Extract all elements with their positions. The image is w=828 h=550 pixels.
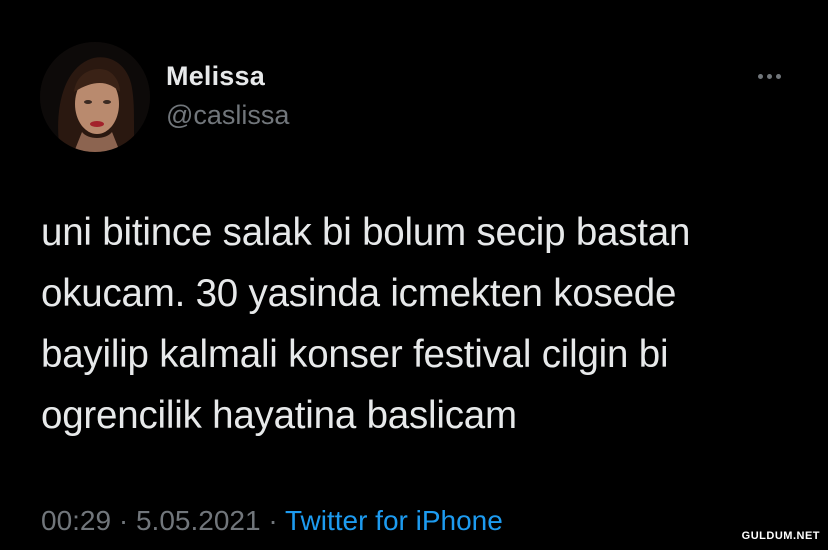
author-name[interactable]: Melissa xyxy=(166,61,265,92)
tweet-meta: 00:29 · 5.05.2021 · Twitter for iPhone xyxy=(41,505,503,537)
more-horizontal-icon xyxy=(766,73,772,79)
author-handle[interactable]: @caslissa xyxy=(166,100,289,131)
more-horizontal-icon xyxy=(757,73,763,79)
more-horizontal-icon xyxy=(775,73,781,79)
avatar[interactable] xyxy=(40,42,150,152)
watermark: GULDUM.NET xyxy=(741,530,820,542)
meta-separator: · xyxy=(260,505,285,536)
more-options-button[interactable] xyxy=(748,64,790,88)
meta-separator: · xyxy=(111,505,136,536)
tweet-source-link[interactable]: Twitter for iPhone xyxy=(285,505,503,536)
tweet-date[interactable]: 5.05.2021 xyxy=(136,505,261,536)
tweet-time[interactable]: 00:29 xyxy=(41,505,111,536)
tweet-text: uni bitince salak bi bolum secip bastan … xyxy=(41,211,691,437)
